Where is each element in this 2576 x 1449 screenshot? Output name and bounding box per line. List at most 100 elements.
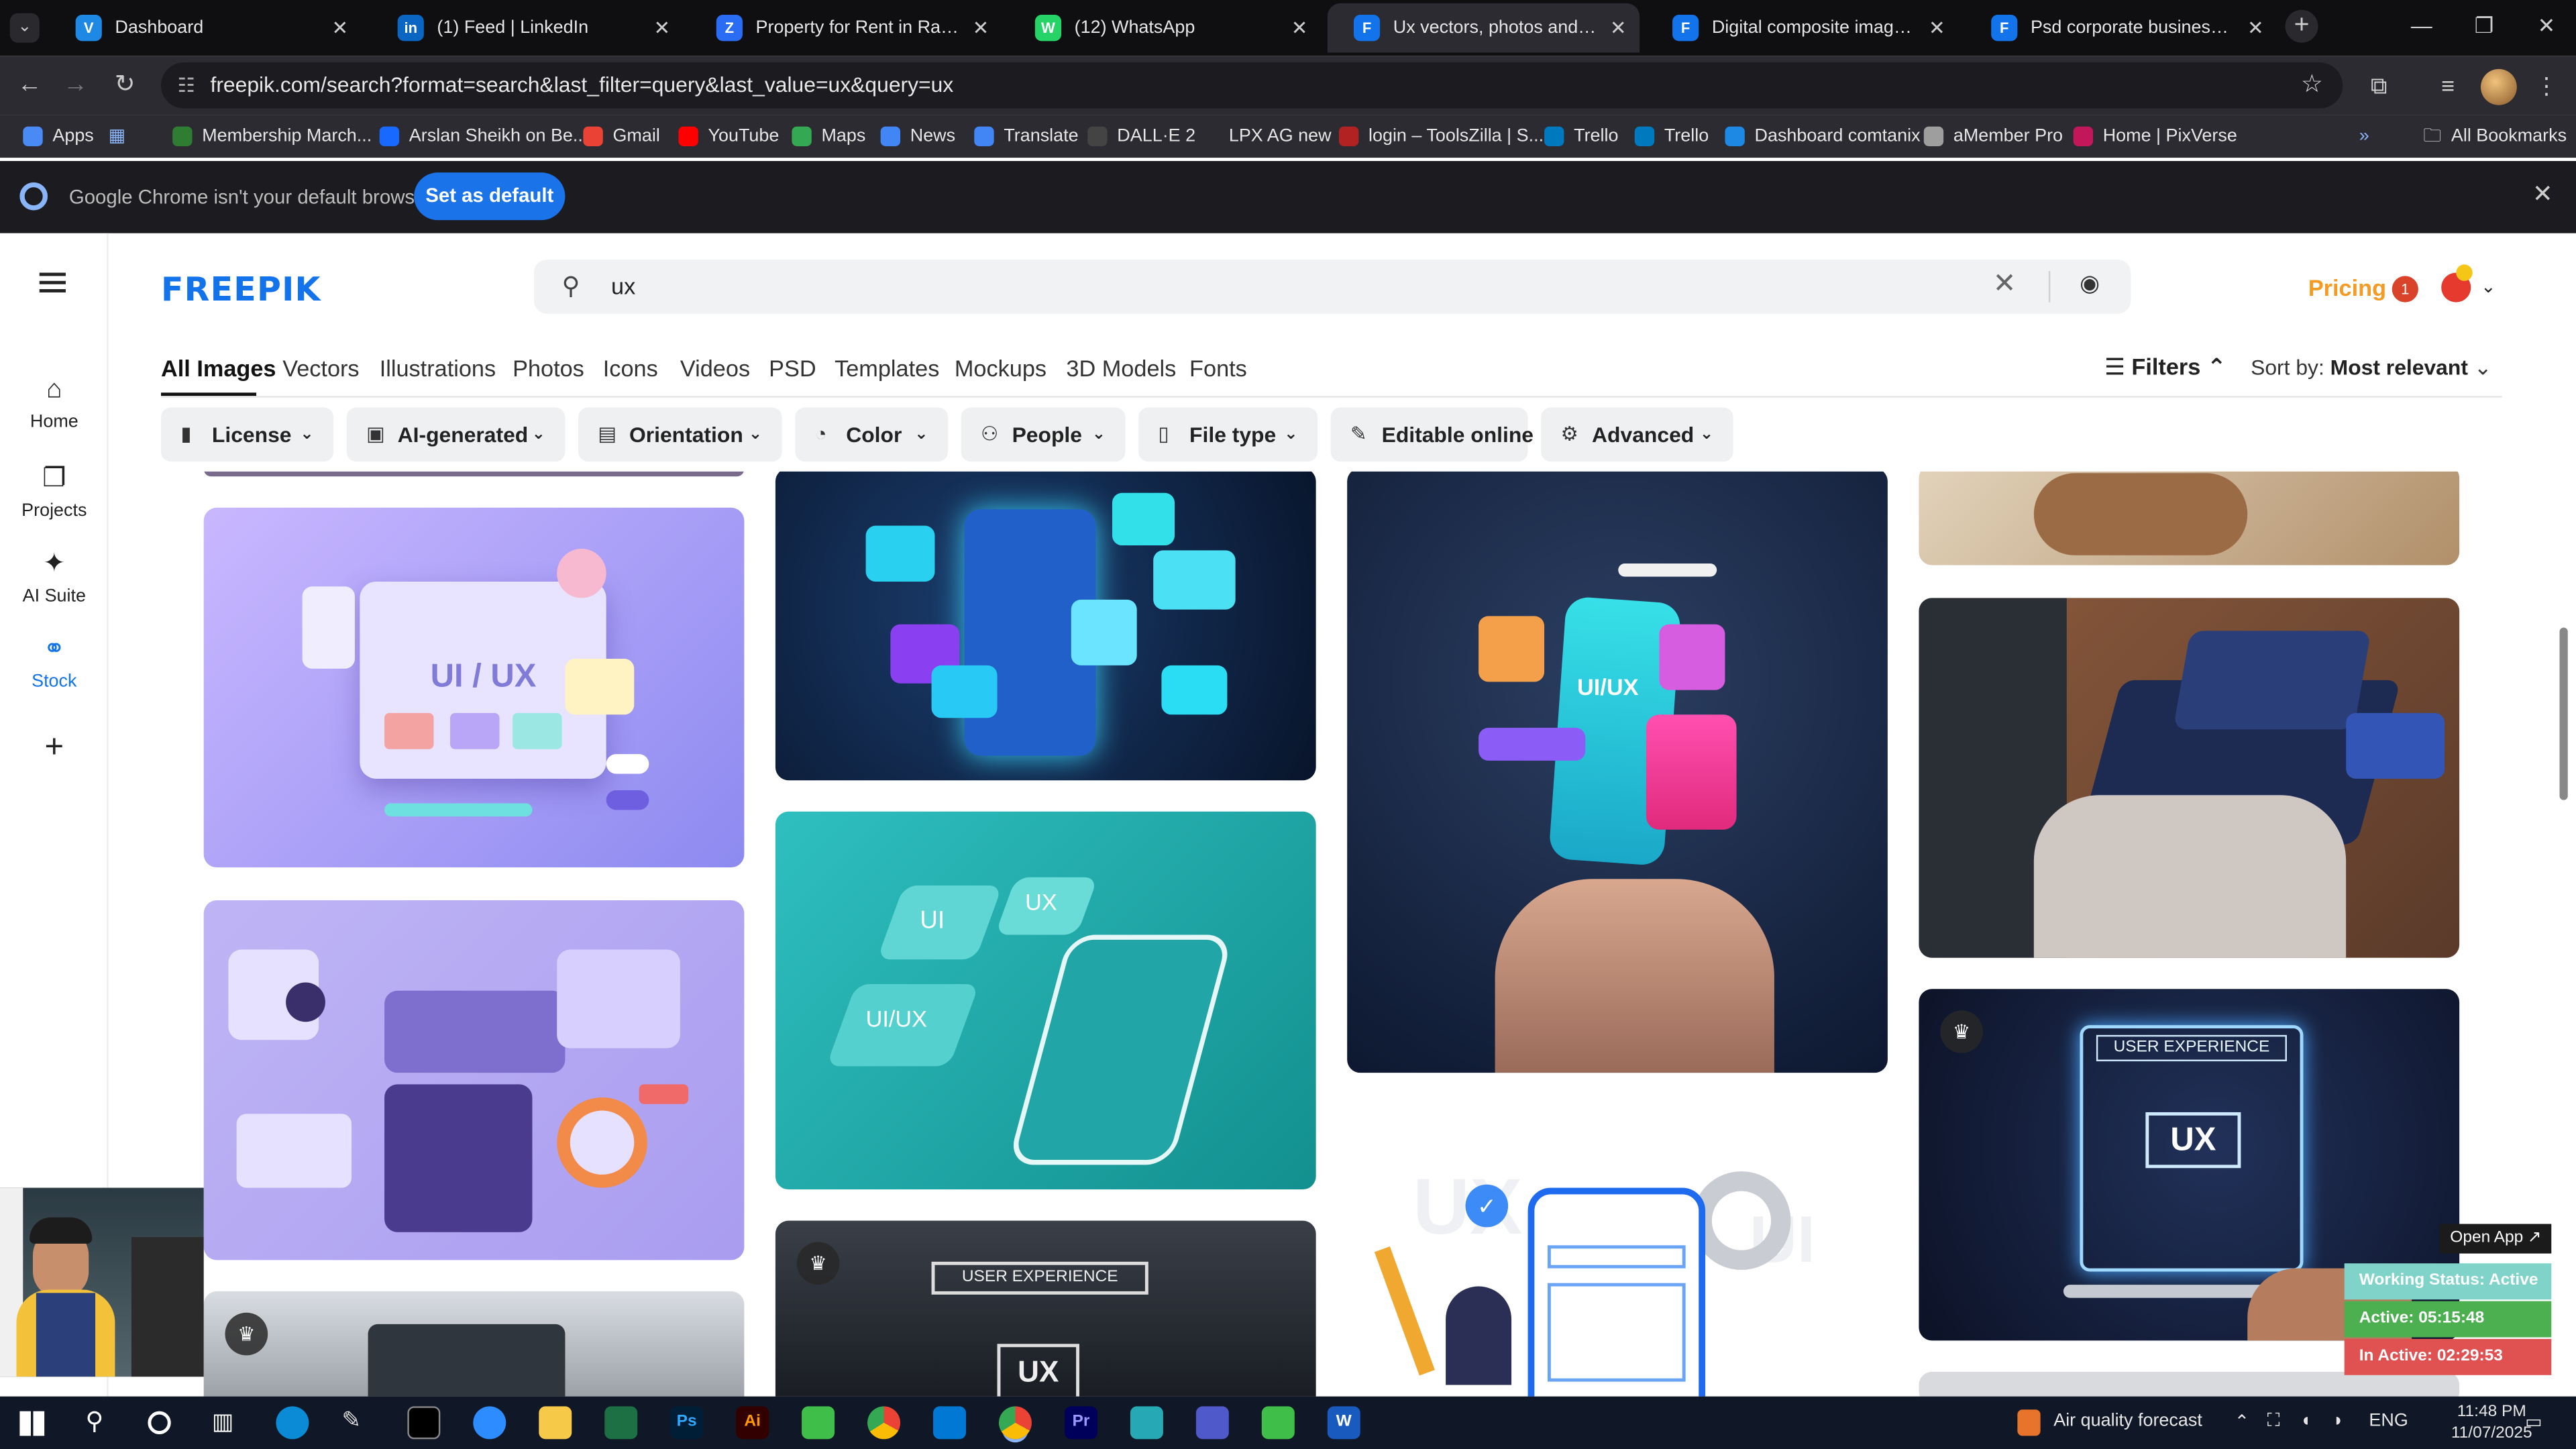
edge-icon[interactable] [276,1406,309,1440]
chrome-active-icon[interactable] [998,1406,1032,1440]
volume-icon[interactable]: ◖ [2300,1411,2311,1431]
media-controls-icon[interactable]: ≡ [2431,69,2464,102]
tab-psd-flyer[interactable]: F Psd corporate business flyer de ✕ [1965,3,2277,52]
result-image[interactable] [203,471,745,477]
tab-digital-composite[interactable]: F Digital composite image of gra ✕ [1646,3,1958,52]
hamburger-menu-icon[interactable] [39,272,66,292]
bookmark-news[interactable]: News [880,123,955,150]
bookmark-amember[interactable]: aMember Pro [1923,123,2063,150]
notifications-icon[interactable]: ▭ [2525,1411,2542,1432]
tab-fonts[interactable]: Fonts [1189,355,1247,381]
task-view-icon[interactable]: ▥ [212,1408,233,1436]
green-app-icon[interactable] [802,1406,835,1440]
weather-text[interactable]: Air quality forecast [2053,1411,2202,1431]
apps-grid-icon[interactable]: ▦ [109,123,125,150]
menu-dots-icon[interactable]: ⋮ [2530,69,2563,102]
sidebar-item-ai-suite[interactable]: ✦ AI Suite [0,547,109,606]
filter-orientation[interactable]: ▤ Orientation ⌄ [578,407,782,462]
bookmark-trello-2[interactable]: Trello [1634,123,1709,150]
clock[interactable]: 11:48 PM 11/07/2025 [2451,1401,2532,1444]
speaker-icon[interactable]: ◗ [2333,1411,2344,1431]
close-tab-icon[interactable]: ✕ [332,16,349,39]
profile-avatar[interactable] [2480,68,2517,105]
tab-all-images[interactable]: All Images [161,355,276,381]
tab-templates[interactable]: Templates [835,355,939,381]
filter-file-type[interactable]: ▯ File type ⌄ [1138,407,1318,462]
filter-editable-online[interactable]: ✎ Editable online [1330,407,1534,462]
filter-license[interactable]: ▮ License ⌄ [161,407,334,462]
restore-icon[interactable]: ❐ [2453,0,2515,52]
all-bookmarks[interactable]: 🗀 All Bookmarks [2423,123,2567,150]
close-tab-icon[interactable]: ✕ [1929,16,1945,39]
vscode-icon[interactable] [933,1406,967,1440]
close-tab-icon[interactable]: ✕ [1610,16,1627,39]
result-image[interactable] [1919,1371,2460,1397]
green-app-icon[interactable] [1261,1406,1295,1440]
chevron-down-icon[interactable]: ⌄ [2481,276,2496,297]
bookmark-pixverse[interactable]: Home | PixVerse [2073,123,2237,150]
bookmark-membership[interactable]: Membership March... [172,123,372,150]
bookmark-maps[interactable]: Maps [792,123,865,150]
sidebar-item-stock[interactable]: ⚭ Stock [0,633,109,692]
tab-photos[interactable]: Photos [513,355,584,381]
result-image-mockup[interactable] [203,1291,745,1397]
scrollbar[interactable] [2556,471,2573,1397]
result-image-dashboard-purple[interactable] [203,900,745,1260]
chrome-icon[interactable] [867,1406,901,1440]
filter-advanced[interactable]: ⚙ Advanced ⌄ [1541,407,1733,462]
user-avatar[interactable] [2441,264,2473,303]
close-window-icon[interactable]: ✕ [2515,0,2576,52]
more-bookmarks-icon[interactable]: » [2359,123,2369,150]
search-icon[interactable]: ⚲ [85,1406,103,1436]
filter-color[interactable]: ◔ Color ⌄ [795,407,949,462]
app-icon[interactable] [1130,1406,1163,1440]
sidebar-item-projects[interactable]: ❐ Projects [0,462,109,521]
result-image-uiux-hands[interactable]: UI/UX [1347,471,1888,1073]
result-image-hands[interactable] [1919,471,2460,566]
bookmark-dalle[interactable]: DALL·E 2 [1087,123,1195,150]
bookmark-translate[interactable]: Translate [974,123,1079,150]
bookmark-lpx[interactable]: LPX AG new [1199,123,1332,150]
bookmark-dashboard-comtanix[interactable]: Dashboard comtanix [1725,123,1921,150]
bookmark-star-icon[interactable]: ☆ [2301,62,2323,109]
search-input[interactable]: ux [611,260,635,314]
tab-psd[interactable]: PSD [769,355,816,381]
tab-mockups[interactable]: Mockups [955,355,1046,381]
url-bar[interactable]: ☷ freepik.com/search?format=search&last_… [161,62,2343,109]
extension-icon[interactable]: ⧉ [2363,69,2396,102]
photoshop-icon[interactable]: Ps [670,1406,704,1440]
result-image-uiux-teal[interactable]: UI UX UI/UX [775,811,1316,1190]
add-icon[interactable]: + [0,729,109,767]
bookmark-apps[interactable]: Apps [23,123,94,150]
bookmark-behance[interactable]: Arslan Sheikh on Be... [379,123,588,150]
teams-icon[interactable] [1195,1406,1229,1440]
tab-linkedin[interactable]: in (1) Feed | LinkedIn ✕ [371,3,683,52]
word-icon[interactable]: W [1327,1406,1360,1440]
result-image-laptop-dashboard[interactable] [1919,598,2460,958]
tab-3d-models[interactable]: 3D Models [1066,355,1176,381]
sidebar-item-home[interactable]: ⌂ Home [0,376,109,432]
result-image-uiux-purple[interactable]: UI / UX [203,507,745,868]
close-tab-icon[interactable]: ✕ [654,16,671,39]
camera-search-icon[interactable]: ◉ [2075,270,2104,299]
cortana-icon[interactable] [148,1411,171,1434]
bookmark-trello-1[interactable]: Trello [1544,123,1619,150]
back-icon[interactable]: ← [13,69,46,102]
notification-badge[interactable]: 1 [2392,276,2418,303]
file-explorer-icon[interactable] [539,1406,572,1440]
tab-videos[interactable]: Videos [680,355,750,381]
result-image-ux-illustration[interactable]: UX UI ✓ [1347,1106,1888,1397]
open-app-button[interactable]: Open App ↗ [2440,1224,2552,1254]
close-tab-icon[interactable]: ✕ [2247,16,2264,39]
tab-dashboard[interactable]: V Dashboard ✕ [49,3,361,52]
forward-icon[interactable]: → [59,69,92,102]
search-bar[interactable]: ⚲ ux ✕ ◉ [533,259,2131,314]
bookmark-youtube[interactable]: YouTube [678,123,779,150]
result-image-phone-apps[interactable] [775,471,1316,781]
tab-freepik-ux[interactable]: F Ux vectors, photos and PSD files ✕ [1327,3,1640,53]
chevron-up-icon[interactable]: ⌃ [2235,1411,2250,1432]
tab-icons[interactable]: Icons [603,355,658,381]
network-icon[interactable]: ⛶ [2267,1411,2280,1433]
language-indicator[interactable]: ENG [2369,1411,2408,1431]
tab-whatsapp[interactable]: W (12) WhatsApp ✕ [1009,3,1321,52]
